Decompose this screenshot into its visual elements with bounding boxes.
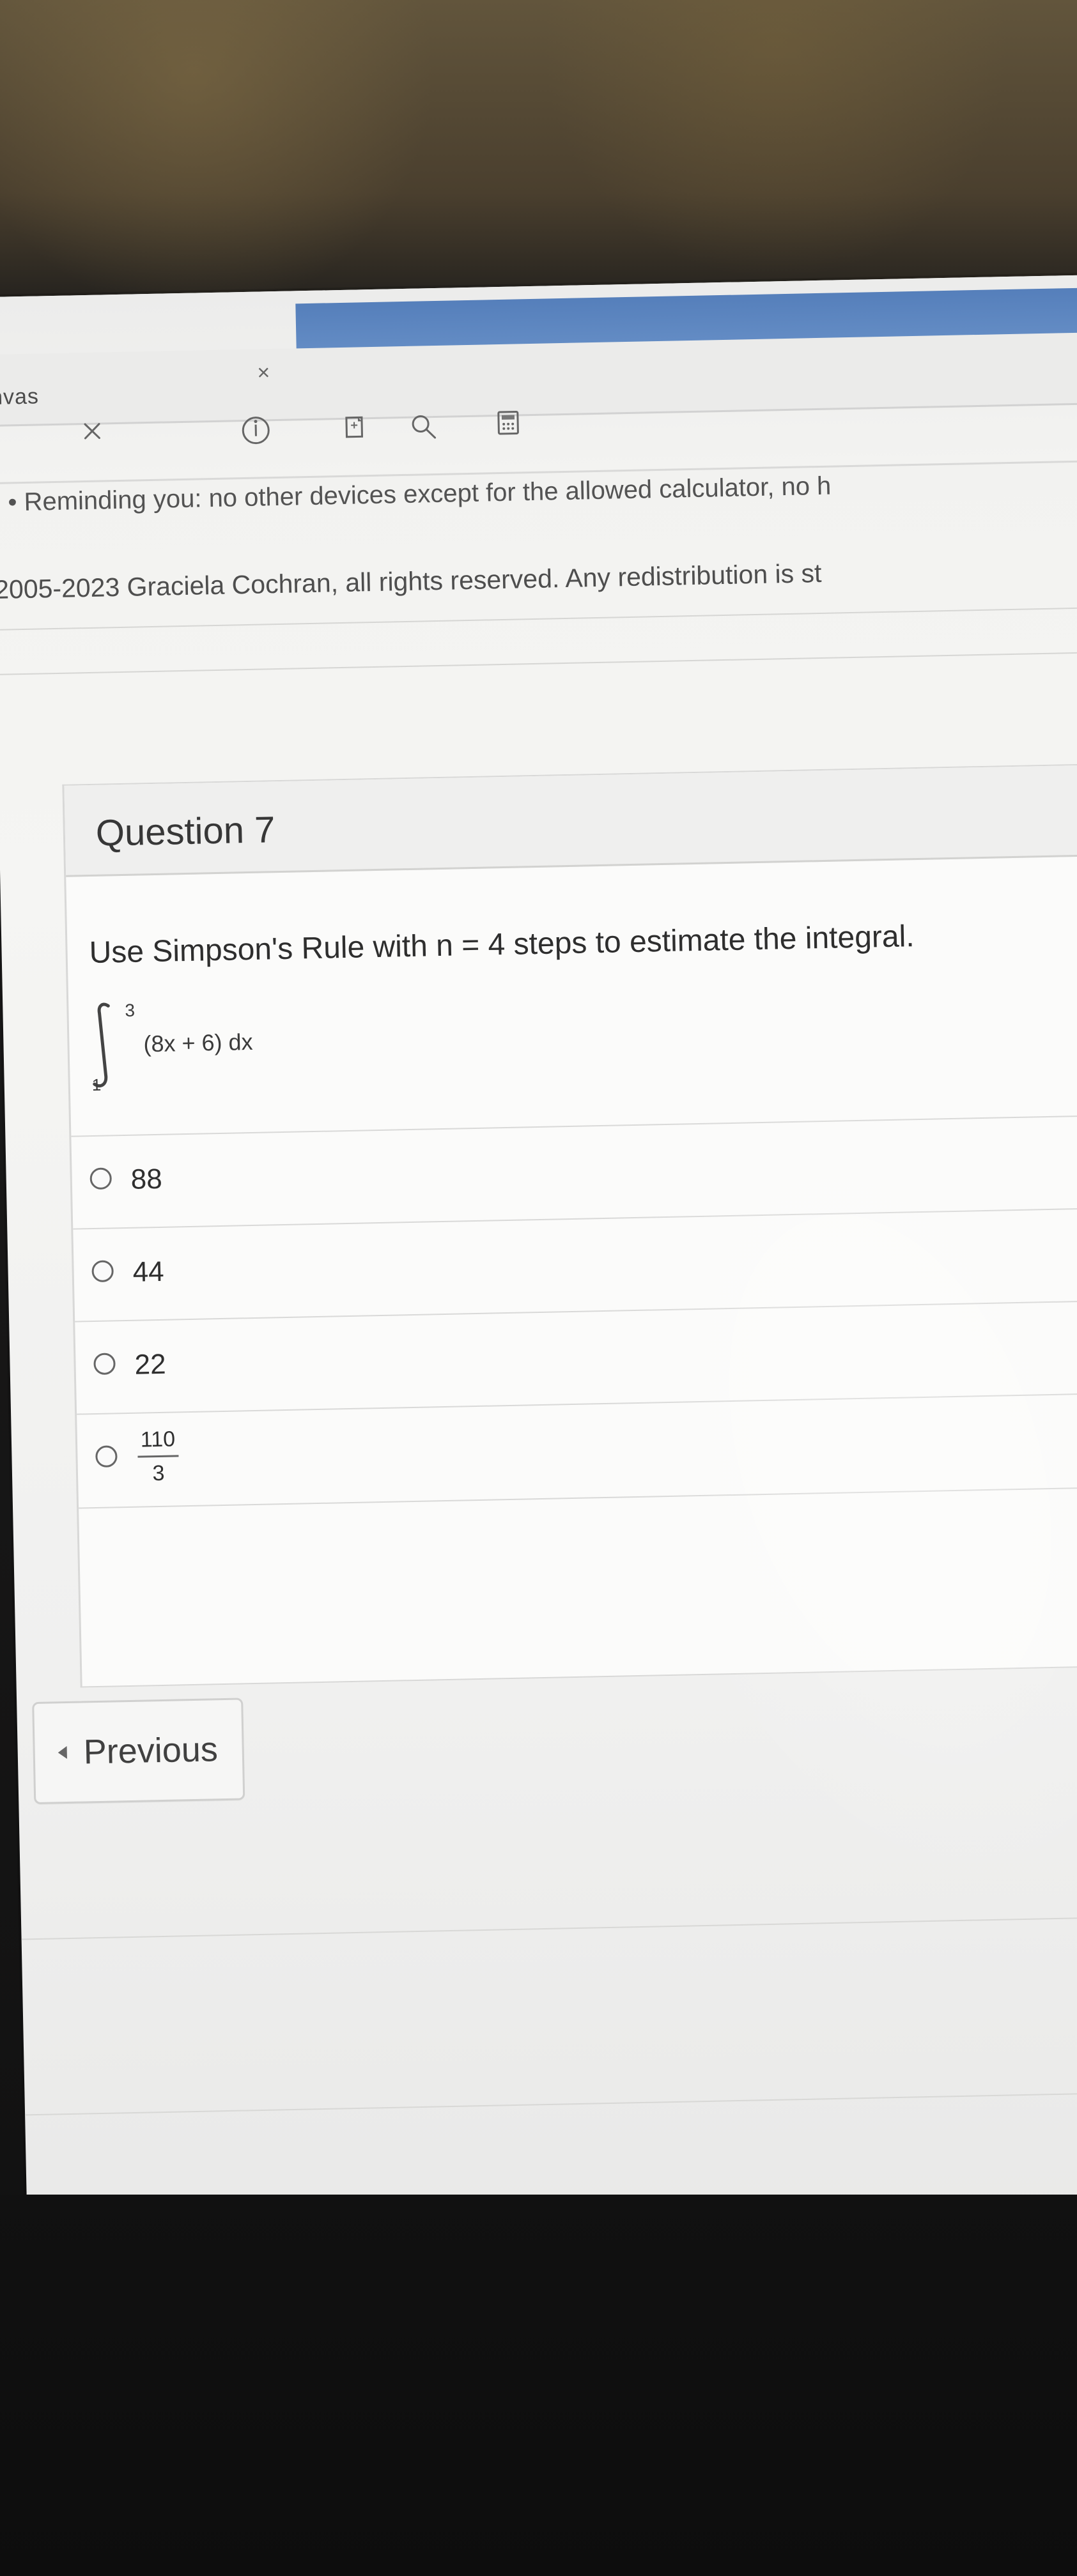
tab-close-icon[interactable]: ×	[257, 360, 270, 385]
integrand: (8x + 6) dx	[143, 1028, 253, 1057]
radio-button[interactable]	[89, 1167, 112, 1190]
answer-text: 22	[134, 1348, 167, 1381]
lower-limit: 1	[91, 1075, 102, 1094]
integral-expression: 3 1 (8x + 6) dx	[88, 997, 320, 1110]
question-prompt: Use Simpson's Rule with n = 4 steps to e…	[89, 919, 915, 970]
info-icon[interactable]	[233, 408, 279, 453]
copyright-text: 2005-2023 Graciela Cochran, all rights r…	[0, 558, 822, 604]
fraction-bar	[137, 1455, 179, 1458]
previous-button[interactable]: Previous	[32, 1698, 245, 1805]
fraction-numerator: 110	[140, 1427, 176, 1452]
answer-text: 88	[130, 1163, 163, 1195]
divider-bottom-two	[25, 2092, 1077, 2116]
fraction-answer: 110 3	[135, 1427, 182, 1486]
close-icon[interactable]	[73, 408, 112, 454]
chevron-left-icon	[58, 1745, 67, 1759]
divider-top	[0, 607, 1077, 631]
radio-button[interactable]	[91, 1260, 114, 1283]
previous-label: Previous	[83, 1730, 219, 1772]
divider-second	[0, 652, 1077, 675]
monitor-bezel	[0, 2195, 1077, 2576]
divider-bottom-one	[21, 1916, 1077, 1940]
radio-button[interactable]	[93, 1353, 116, 1376]
fraction-denominator: 3	[152, 1460, 165, 1486]
calculator-icon[interactable]	[486, 401, 532, 447]
radio-button[interactable]	[95, 1445, 118, 1468]
answer-text: 44	[132, 1255, 165, 1288]
answer-option-110-3[interactable]: 110 3	[77, 1392, 1077, 1509]
question-card: Question 7 Use Simpson's Rule with n = 4…	[62, 763, 1077, 1688]
browser-tab-label[interactable]: nvas	[0, 384, 39, 410]
question-header: Question 7	[64, 764, 1077, 877]
photo-scene: nvas × • Reminding you: no other devices…	[0, 0, 1077, 2576]
search-icon[interactable]	[400, 404, 448, 450]
page-icon[interactable]	[333, 406, 378, 451]
upper-limit: 3	[125, 1000, 136, 1020]
question-title: Question 7	[95, 809, 275, 854]
exam-screen: nvas × • Reminding you: no other devices…	[0, 275, 1077, 2249]
